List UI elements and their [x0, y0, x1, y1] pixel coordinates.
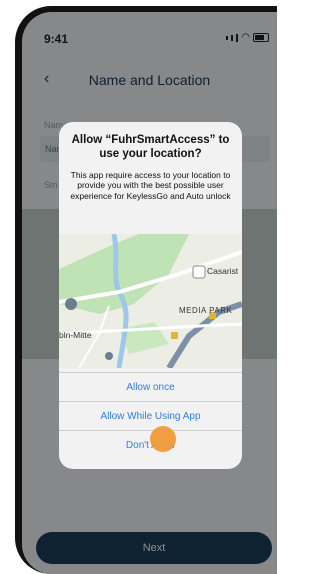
alert-title: Allow “FuhrSmartAccess” to use your loca… — [71, 134, 230, 160]
map-graphic — [59, 234, 242, 368]
touch-indicator-icon — [150, 426, 176, 452]
map-label-place-3: bln-Mitte — [59, 330, 92, 340]
phone-screen: 9:41 ◠ ‹ Name and Location Nam Nam Sm Ne… — [22, 12, 277, 574]
allow-once-button[interactable]: Allow once — [59, 372, 242, 401]
map-label-place-1: Casarist — [207, 266, 239, 276]
allow-while-using-button[interactable]: Allow While Using App — [59, 401, 242, 430]
alert-message: This app require access to your location… — [70, 169, 231, 201]
map-label-place-2: MEDIA PARK — [179, 306, 233, 315]
location-permission-alert: Allow “FuhrSmartAccess” to use your loca… — [59, 122, 242, 469]
alert-map: Casarist MEDIA PARK bln-Mitte — [59, 234, 242, 368]
